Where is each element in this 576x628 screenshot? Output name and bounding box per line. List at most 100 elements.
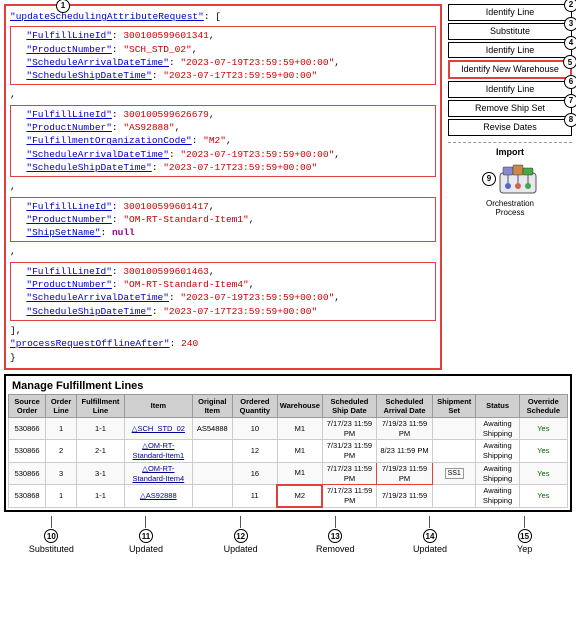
callout-label: Identify Line bbox=[486, 84, 535, 94]
table-row: 530868 1 1-1 △AS92888 11 M2 7/17/23 11:5… bbox=[9, 485, 568, 508]
callout-label: Revise Dates bbox=[483, 122, 537, 132]
callout-number-3: 3 bbox=[564, 17, 576, 31]
json-root-open: "updateSchedulingAttributeRequest": [ 1 bbox=[10, 10, 436, 23]
cell-fulfillment-line: 1-1 bbox=[76, 417, 124, 440]
orchestration-icon bbox=[498, 159, 538, 199]
annotation-label: Updated bbox=[224, 544, 258, 554]
cell-item: △AS92888 bbox=[125, 485, 193, 508]
annotation-circle: 14 bbox=[423, 529, 437, 543]
cell-override: Yes bbox=[519, 417, 567, 440]
cell-item: △OM-RT-Standard-Item4 bbox=[125, 462, 193, 485]
callout-label: Identify Line bbox=[486, 45, 535, 55]
annotation-label: Removed bbox=[316, 544, 355, 554]
col-arrival-date: Scheduled Arrival Date bbox=[376, 394, 432, 417]
callout-label: Remove Ship Set bbox=[475, 103, 545, 113]
callout-number-5: 5 bbox=[563, 55, 576, 69]
json-block-2: "FulfillLineId": 300100599626679, "Produ… bbox=[10, 105, 436, 177]
cell-orig-item: AS54888 bbox=[192, 417, 232, 440]
cell-arrival-date: 8/23 11:59 PM bbox=[376, 440, 432, 463]
main-container: "updateSchedulingAttributeRequest": [ 1 … bbox=[0, 4, 576, 554]
cell-override: Yes bbox=[519, 485, 567, 508]
cell-arrival-date: 7/19/23 11:59 PM bbox=[376, 417, 432, 440]
annotation-circle: 12 bbox=[234, 529, 248, 543]
json-block-3: "FulfillLineId": 300100599601417, "Produ… bbox=[10, 197, 436, 243]
item-link[interactable]: △OM-RT-Standard-Item1 bbox=[132, 441, 184, 460]
cell-orig-item bbox=[192, 440, 232, 463]
annotation-line bbox=[145, 516, 146, 528]
json-area: "updateSchedulingAttributeRequest": [ 1 … bbox=[4, 4, 442, 370]
callout-identify-new-warehouse-5: Identify New Warehouse 5 bbox=[448, 60, 572, 79]
top-section: "updateSchedulingAttributeRequest": [ 1 … bbox=[4, 4, 572, 370]
cell-warehouse: M2 bbox=[277, 485, 322, 508]
section-title: Manage Fulfillment Lines bbox=[8, 378, 568, 394]
json-line: "ProductNumber": "OM-RT-Standard-Item4", bbox=[15, 278, 431, 291]
cell-status: Awaiting Shipping bbox=[476, 417, 519, 440]
cell-shipset: SS1 bbox=[433, 462, 476, 485]
cell-ship-date: 7/17/23 11:59 PM bbox=[322, 462, 376, 485]
col-order-line: Order Line bbox=[46, 394, 77, 417]
cell-ship-date: 7/31/23 11:59 PM bbox=[322, 440, 376, 463]
cell-qty: 11 bbox=[232, 485, 277, 508]
json-line: "FulfillLineId": 300100599601417, bbox=[15, 200, 431, 213]
callout-identify-line-4: Identify Line 4 bbox=[448, 42, 572, 59]
col-original-item: Original Item bbox=[192, 394, 232, 417]
cell-qty: 10 bbox=[232, 417, 277, 440]
json-root-close: } bbox=[10, 351, 436, 364]
annotation-label: Updated bbox=[129, 544, 163, 554]
callout-identify-line-2: Identify Line 2 bbox=[448, 4, 572, 21]
root-key: "updateSchedulingAttributeRequest" bbox=[10, 11, 204, 22]
json-line: "ScheduleArrivalDateTime": "2023-07-19T2… bbox=[15, 148, 431, 161]
json-line: "FulfillLineId": 300100599626679, bbox=[15, 108, 431, 121]
annotation-14: 14 Updated bbox=[410, 516, 450, 554]
col-ordered-qty: Ordered Quantity bbox=[232, 394, 277, 417]
cell-warehouse: M1 bbox=[277, 462, 322, 485]
cell-source: 530866 bbox=[9, 417, 46, 440]
json-close: ], bbox=[10, 324, 436, 337]
cell-arrival-date: 7/19/23 11:59 bbox=[376, 485, 432, 508]
col-status: Status bbox=[476, 394, 519, 417]
callout-number-9: 9 bbox=[482, 172, 496, 186]
callout-number-2: 2 bbox=[564, 0, 576, 12]
callout-number-8: 8 bbox=[564, 113, 576, 127]
cell-source: 530866 bbox=[9, 440, 46, 463]
cell-source: 530866 bbox=[9, 462, 46, 485]
annotations-row: 10 Substituted 11 Updated 12 Updated 13 … bbox=[0, 516, 576, 554]
json-line: "FulfillmentOrganizationCode": "M2", bbox=[15, 134, 431, 147]
json-footer: "processRequestOfflineAfter": 240 bbox=[10, 337, 436, 350]
cell-warehouse: M1 bbox=[277, 417, 322, 440]
annotation-11: 11 Updated bbox=[126, 516, 166, 554]
cell-qty: 16 bbox=[232, 462, 277, 485]
item-link[interactable]: △SCH_STD_02 bbox=[132, 424, 185, 433]
orchestration-row: 9 bbox=[482, 159, 538, 199]
callout-revise-dates-8: Revise Dates 8 bbox=[448, 119, 572, 136]
item-link[interactable]: △OM-RT-Standard-Item4 bbox=[132, 464, 184, 483]
col-ship-date: Scheduled Ship Date bbox=[322, 394, 376, 417]
cell-item: △SCH_STD_02 bbox=[125, 417, 193, 440]
cell-override: Yes bbox=[519, 462, 567, 485]
json-line: "ProductNumber": "AS92888", bbox=[15, 121, 431, 134]
json-line: "ScheduleArrivalDateTime": "2023-07-19T2… bbox=[15, 56, 431, 69]
callout-identify-line-6: Identify Line 6 bbox=[448, 81, 572, 98]
table-row: 530866 2 2-1 △OM-RT-Standard-Item1 12 M1… bbox=[9, 440, 568, 463]
callout-number-7: 7 bbox=[564, 94, 576, 108]
callouts-column: Identify Line 2 Substitute 3 Identify Li… bbox=[442, 4, 572, 370]
cell-orig-item bbox=[192, 485, 232, 508]
col-fulfillment-line: Fulfillment Line bbox=[76, 394, 124, 417]
cell-orig-item bbox=[192, 462, 232, 485]
col-source-order: Source Order bbox=[9, 394, 46, 417]
json-block-4: "FulfillLineId": 300100599601463, "Produ… bbox=[10, 262, 436, 321]
manage-fulfillment-section: Manage Fulfillment Lines Source Order Or… bbox=[4, 374, 572, 513]
shipset-badge: SS1 bbox=[445, 468, 464, 479]
cell-status: Awaiting Shipping bbox=[476, 440, 519, 463]
cell-fulfillment-line: 1-1 bbox=[76, 485, 124, 508]
item-link[interactable]: △AS92888 bbox=[140, 491, 177, 500]
callout-number-4: 4 bbox=[564, 36, 576, 50]
json-comma: , bbox=[10, 88, 436, 101]
cell-override: Yes bbox=[519, 440, 567, 463]
cell-fulfillment-line: 3-1 bbox=[76, 462, 124, 485]
col-item: Item bbox=[125, 394, 193, 417]
annotation-label: Substituted bbox=[29, 544, 74, 554]
json-block-1: "FulfillLineId": 300100599601341, "Produ… bbox=[10, 26, 436, 85]
cell-arrival-date: 7/19/23 11:59 PM bbox=[376, 462, 432, 485]
cell-order-line: 3 bbox=[46, 462, 77, 485]
